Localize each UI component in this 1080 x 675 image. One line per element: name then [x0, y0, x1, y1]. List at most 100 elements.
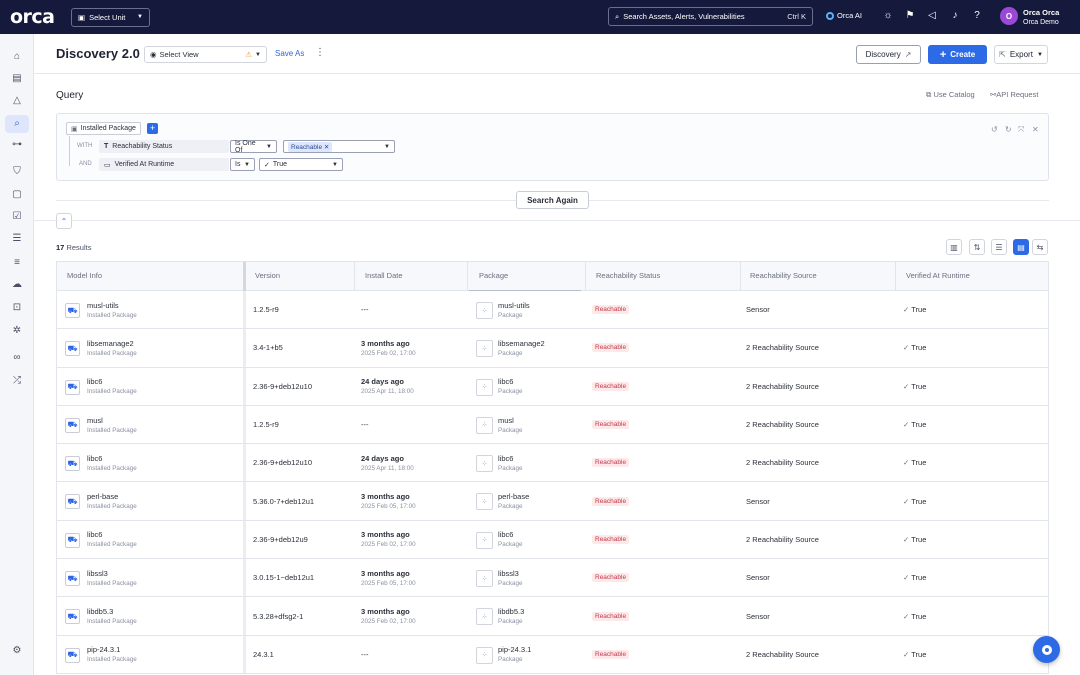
table-row[interactable]: ⛟ libc6 Installed Package 2.36-9+deb12u10 24…: [56, 367, 1049, 406]
model-name[interactable]: musl: [87, 416, 137, 425]
model-info-cell[interactable]: musl Installed Package: [87, 406, 137, 443]
package-cell[interactable]: libc6 Package: [498, 368, 523, 405]
reachability-source-cell[interactable]: 2 Reachability Source: [746, 406, 819, 443]
model-info-cell[interactable]: libssl3 Installed Package: [87, 559, 137, 596]
col-install-date[interactable]: Install Date: [355, 262, 467, 292]
reachability-source-value[interactable]: 2 Reachability Source: [746, 650, 819, 659]
reachability-source-cell[interactable]: Sensor: [746, 559, 770, 596]
model-name[interactable]: perl-base: [87, 492, 137, 501]
flag-icon[interactable]: ⚑: [904, 10, 916, 22]
package-cell[interactable]: musl Package: [498, 406, 523, 443]
package-cell[interactable]: perl-base Package: [498, 482, 529, 519]
package-name[interactable]: perl-base: [498, 492, 529, 501]
sort-icon[interactable]: ⇅: [969, 239, 985, 255]
gear-icon[interactable]: ⚙: [10, 644, 24, 658]
api-request-link[interactable]: ⚯API Request: [990, 90, 1038, 99]
package-cell[interactable]: libc6 Package: [498, 521, 523, 558]
expand-icon[interactable]: ⤧: [1018, 125, 1024, 135]
model-name[interactable]: libssl3: [87, 569, 137, 578]
table-row[interactable]: ⛟ musl Installed Package 1.2.5-r9 --- ⁘ musl Pa…: [56, 405, 1049, 445]
upload-icon[interactable]: ⊡: [10, 301, 24, 315]
shuffle-icon[interactable]: ⤮: [10, 374, 24, 388]
model-name[interactable]: musl-utils: [87, 301, 137, 310]
bell-icon[interactable]: ♪: [949, 10, 961, 22]
model-info-cell[interactable]: perl-base Installed Package: [87, 482, 137, 519]
reachability-source-value[interactable]: 2 Reachability Source: [746, 343, 819, 352]
model-info-cell[interactable]: libc6 Installed Package: [87, 368, 137, 405]
table-row[interactable]: ⛟ musl-utils Installed Package 1.2.5-r9 --- ⁘…: [56, 291, 1049, 330]
package-name[interactable]: musl-utils: [498, 301, 530, 310]
search-again-button[interactable]: Search Again: [516, 191, 589, 209]
compliance-icon[interactable]: ☑: [10, 210, 24, 224]
package-name[interactable]: libc6: [498, 454, 523, 463]
model-name[interactable]: pip-24.3.1: [87, 645, 137, 654]
graph-icon[interactable]: ⊶: [10, 138, 24, 152]
model-name[interactable]: libc6: [87, 530, 137, 539]
package-cell[interactable]: libc6 Package: [498, 444, 523, 481]
model-info-cell[interactable]: libc6 Installed Package: [87, 444, 137, 481]
condition-field-reachability[interactable]: T Reachability Status: [99, 140, 229, 153]
lock-icon[interactable]: ⌂: [10, 50, 24, 64]
reachability-source-value[interactable]: Sensor: [746, 573, 770, 582]
model-info-cell[interactable]: musl-utils Installed Package: [87, 291, 137, 328]
value-select-2[interactable]: ✓ True ▼: [259, 158, 343, 171]
reachability-source-cell[interactable]: Sensor: [746, 291, 770, 328]
reachability-source-cell[interactable]: 2 Reachability Source: [746, 329, 819, 366]
orca-logo[interactable]: orca: [10, 6, 62, 28]
orca-ai-button[interactable]: Orca AI: [826, 11, 862, 20]
reachability-source-value[interactable]: 2 Reachability Source: [746, 382, 819, 391]
package-name[interactable]: libdb5.3: [498, 607, 524, 616]
package-cell[interactable]: libsemanage2 Package: [498, 329, 545, 366]
close-icon[interactable]: ✕: [1032, 125, 1039, 134]
model-info-cell[interactable]: libc6 Installed Package: [87, 521, 137, 558]
model-name[interactable]: libc6: [87, 454, 137, 463]
condition-field-verified[interactable]: ▭ Verified At Runtime: [99, 158, 229, 171]
col-reachability-status[interactable]: Reachability Status: [586, 262, 740, 292]
sun-icon[interactable]: ☼: [882, 10, 894, 22]
reachability-source-value[interactable]: Sensor: [746, 305, 770, 314]
model-info-cell[interactable]: libdb5.3 Installed Package: [87, 597, 137, 634]
package-cell[interactable]: libdb5.3 Package: [498, 597, 524, 634]
chat-support-button[interactable]: [1033, 636, 1060, 663]
reachability-source-value[interactable]: 2 Reachability Source: [746, 535, 819, 544]
help-icon[interactable]: ?: [971, 10, 983, 22]
alert-icon[interactable]: △: [10, 94, 24, 108]
table-view-icon[interactable]: ▤: [1013, 239, 1029, 255]
compact-view-icon[interactable]: ⇆: [1032, 239, 1048, 255]
operator-select-1[interactable]: Is One Of ▼: [230, 140, 277, 154]
model-name[interactable]: libsemanage2: [87, 339, 137, 348]
report-icon[interactable]: ☰: [10, 232, 24, 246]
col-package[interactable]: Package: [469, 262, 581, 292]
col-reachability-source[interactable]: Reachability Source: [740, 262, 894, 292]
infinity-icon[interactable]: ∞: [10, 351, 24, 365]
unit-select[interactable]: ▣ Select Unit ▼: [71, 7, 150, 27]
model-info-cell[interactable]: pip-24.3.1 Installed Package: [87, 636, 137, 673]
model-name[interactable]: libc6: [87, 377, 137, 386]
model-name[interactable]: libdb5.3: [87, 607, 137, 616]
package-cell[interactable]: libssl3 Package: [498, 559, 523, 596]
undo-icon[interactable]: ↺: [991, 125, 998, 134]
package-name[interactable]: libssl3: [498, 569, 523, 578]
col-model-info[interactable]: Model Info: [57, 262, 243, 292]
table-row[interactable]: ⛟ libssl3 Installed Package 3.0.15-1~deb12u…: [56, 559, 1049, 598]
package-name[interactable]: pip-24.3.1: [498, 645, 531, 654]
table-row[interactable]: ⛟ pip-24.3.1 Installed Package 24.3.1 --- ⁘ pi…: [56, 635, 1049, 674]
operator-select-2[interactable]: Is ▼: [230, 158, 255, 171]
model-info-cell[interactable]: libsemanage2 Installed Package: [87, 329, 137, 366]
user-info[interactable]: Orca Orca Orca Demo: [1023, 8, 1059, 27]
reachability-source-cell[interactable]: Sensor: [746, 482, 770, 519]
discovery-button[interactable]: Discovery ↗: [856, 45, 921, 64]
announcement-icon[interactable]: ◁: [926, 10, 938, 22]
add-condition-button[interactable]: +: [147, 123, 158, 134]
table-row[interactable]: ⛟ libdb5.3 Installed Package 5.3.28+dfsg2-1…: [56, 597, 1049, 636]
shield-icon[interactable]: ⛉: [10, 165, 24, 179]
global-search[interactable]: ⌕ Search Assets, Alerts, Vulnerabilities…: [608, 7, 813, 26]
package-cell[interactable]: pip-24.3.1 Package: [498, 636, 531, 673]
package-name[interactable]: libc6: [498, 377, 523, 386]
save-as-link[interactable]: Save As: [275, 49, 304, 58]
discovery-icon[interactable]: ⌕: [5, 115, 29, 133]
col-version[interactable]: Version: [245, 262, 353, 292]
package-name[interactable]: libsemanage2: [498, 339, 545, 348]
package-name[interactable]: libc6: [498, 530, 523, 539]
settings-cog-icon[interactable]: ✲: [10, 324, 24, 338]
